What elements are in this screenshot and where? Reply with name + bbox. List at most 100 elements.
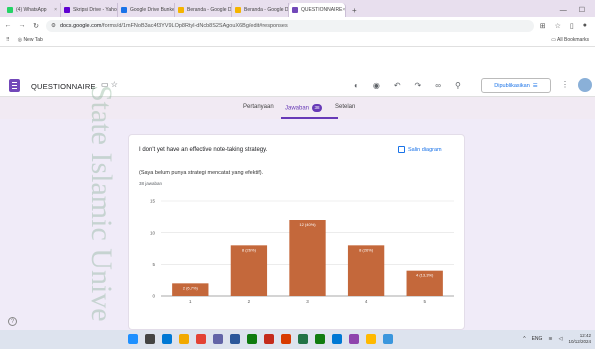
copy-chart-button[interactable]: Salin diagram: [398, 146, 442, 153]
chevron-up-icon[interactable]: ^: [523, 336, 525, 342]
response-count: 38 jawaban: [139, 181, 163, 186]
tab-settings[interactable]: Setelan: [335, 104, 355, 110]
form-title[interactable]: QUESTIONNAIRE: [31, 82, 96, 91]
taskbar-app-icon[interactable]: [162, 334, 172, 344]
tab-label: Beranda - Google Dr: [244, 7, 289, 13]
link-icon[interactable]: ∞: [435, 81, 441, 90]
tab-label: QUESTIONNAIRE: [301, 7, 343, 13]
window-controls: — ☐: [560, 3, 595, 17]
windows-taskbar: ^ ENG ≋ ◁ 12:42 10/12/2024: [0, 330, 595, 349]
taskbar-app-icon[interactable]: [383, 334, 393, 344]
maximize-icon[interactable]: ☐: [579, 6, 585, 14]
publish-label: Dipublikasikan: [494, 82, 530, 89]
x-tick-label: 5: [423, 299, 426, 304]
apps-icon[interactable]: ⠿: [6, 37, 10, 43]
minimize-icon[interactable]: —: [560, 7, 567, 14]
bar[interactable]: [289, 220, 326, 296]
preview-eye-icon[interactable]: ◉: [373, 81, 380, 90]
data-label: 8 (26%): [359, 247, 374, 252]
palette-icon[interactable]: ◐: [354, 81, 359, 90]
taskbar-app-icon[interactable]: [128, 334, 138, 344]
browser-tab[interactable]: QUESTIONNAIRE ×: [289, 3, 346, 17]
forward-icon[interactable]: →: [18, 22, 26, 29]
taskbar-app-icon[interactable]: [213, 334, 223, 344]
sidepanel-icon[interactable]: ▯: [570, 22, 574, 30]
help-icon[interactable]: ?: [8, 317, 17, 326]
add-collaborator-icon[interactable]: ⚲: [455, 81, 461, 90]
taskbar-app-icon[interactable]: [179, 334, 189, 344]
taskbar-app-icon[interactable]: [196, 334, 206, 344]
tab-favicon-icon: [235, 7, 241, 13]
browser-tab-bar: (4) WhatsApp×Skripsi Drive - Yahoo×Googl…: [0, 0, 595, 17]
bar-chart: 0 5 10 15 2 (6,7%) 1 8 (26%) 2 12 (40%) 3 8 (26%) 4…: [150, 199, 454, 304]
taskbar-app-icon[interactable]: [145, 334, 155, 344]
tab-favicon-icon: [64, 7, 70, 13]
system-tray: ^ ENG ≋ ◁ 12:42 10/12/2024: [523, 333, 591, 345]
x-tick-label: 4: [365, 299, 368, 304]
data-label: 12 (40%): [299, 222, 316, 227]
volume-icon[interactable]: ◁: [559, 336, 563, 342]
taskbar-app-icon[interactable]: [332, 334, 342, 344]
tab-list: (4) WhatsApp×Skripsi Drive - Yahoo×Googl…: [4, 3, 346, 17]
x-tick-label: 3: [306, 299, 309, 304]
x-tick-label: 2: [248, 299, 251, 304]
taskbar-app-icon[interactable]: [298, 334, 308, 344]
title-actions: ▭ ☆: [101, 80, 118, 89]
browser-tab[interactable]: Google Drive Bunker×: [118, 3, 175, 17]
reload-icon[interactable]: ↻: [32, 22, 40, 30]
address-bar-actions: ⊞ ☆ ▯ ●: [540, 22, 591, 30]
copy-chart-label: Salin diagram: [408, 146, 442, 153]
clock-date: 10/12/2024: [568, 339, 591, 344]
bookmark-star-icon[interactable]: ☆: [555, 22, 561, 30]
taskbar-app-icon[interactable]: [230, 334, 240, 344]
y-tick-label: 15: [150, 199, 156, 204]
undo-icon[interactable]: ↶: [394, 81, 401, 90]
bar[interactable]: [347, 245, 385, 296]
taskbar-app-icon[interactable]: [349, 334, 359, 344]
taskbar-app-icon[interactable]: [281, 334, 291, 344]
taskbar-app-icon[interactable]: [264, 334, 274, 344]
more-options-icon[interactable]: ⋮: [561, 80, 569, 89]
avatar[interactable]: [578, 78, 592, 92]
clock[interactable]: 12:42 10/12/2024: [568, 333, 591, 345]
tab-label: (4) WhatsApp: [16, 7, 47, 13]
site-info-icon[interactable]: ⚙: [51, 23, 56, 29]
url-field[interactable]: ⚙ docs.google.com/forms/d/1mFNoB3ac4f3YV…: [46, 19, 534, 32]
taskbar-app-icon[interactable]: [315, 334, 325, 344]
new-tab-button[interactable]: +: [346, 3, 363, 17]
url-path: /forms/d/1mFNoB3ac4f3YV9LOp8Rtyl-dNcb8S2…: [101, 22, 288, 29]
publish-options-icon: ☰: [532, 82, 538, 89]
redo-icon[interactable]: ↷: [415, 81, 422, 90]
close-tab-icon[interactable]: ×: [342, 7, 345, 13]
browser-tab[interactable]: Beranda - Google Dr×: [232, 3, 289, 17]
browser-tab[interactable]: Beranda - Google Dr×: [175, 3, 232, 17]
forms-logo-icon[interactable]: [9, 79, 20, 92]
data-label: 8 (26%): [242, 247, 257, 252]
wifi-icon[interactable]: ≋: [548, 336, 552, 342]
all-bookmarks[interactable]: ▭ All Bookmarks: [551, 37, 589, 43]
translate-icon[interactable]: ⊞: [540, 22, 546, 30]
tab-label: Beranda - Google Dr: [187, 7, 232, 13]
tab-responses[interactable]: Jawaban 38: [280, 104, 339, 119]
browser-tab[interactable]: Skripsi Drive - Yahoo×: [61, 3, 118, 17]
move-to-folder-icon[interactable]: ▭: [101, 80, 109, 89]
star-icon[interactable]: ☆: [111, 80, 118, 89]
question-title: I don't yet have an effective note-takin…: [139, 147, 268, 153]
close-tab-icon[interactable]: ×: [54, 7, 57, 13]
bar[interactable]: [230, 245, 268, 296]
tab-label: Skripsi Drive - Yahoo: [73, 7, 118, 13]
bookmarks-bar: ⠿ ◎ New Tab ▭ All Bookmarks: [0, 34, 595, 47]
profile-icon[interactable]: ●: [583, 22, 587, 30]
tab-questions[interactable]: Pertanyaan: [243, 104, 274, 110]
taskbar-app-icon[interactable]: [247, 334, 257, 344]
lang-indicator[interactable]: ENG: [532, 336, 543, 342]
bookmark-new-tab[interactable]: ◎ New Tab: [18, 37, 43, 43]
header-actions: ◐ ◉ ↶ ↷ ∞ ⚲: [354, 81, 461, 90]
taskbar-app-icon[interactable]: [366, 334, 376, 344]
y-tick-label: 10: [150, 230, 156, 235]
publish-button[interactable]: Dipublikasikan ☰: [481, 78, 551, 93]
y-tick-label: 0: [152, 294, 155, 299]
question-translation: (Saya belum punya strategi mencatat yang…: [139, 170, 264, 176]
back-icon[interactable]: ←: [4, 22, 12, 29]
browser-tab[interactable]: (4) WhatsApp ×: [4, 3, 61, 17]
